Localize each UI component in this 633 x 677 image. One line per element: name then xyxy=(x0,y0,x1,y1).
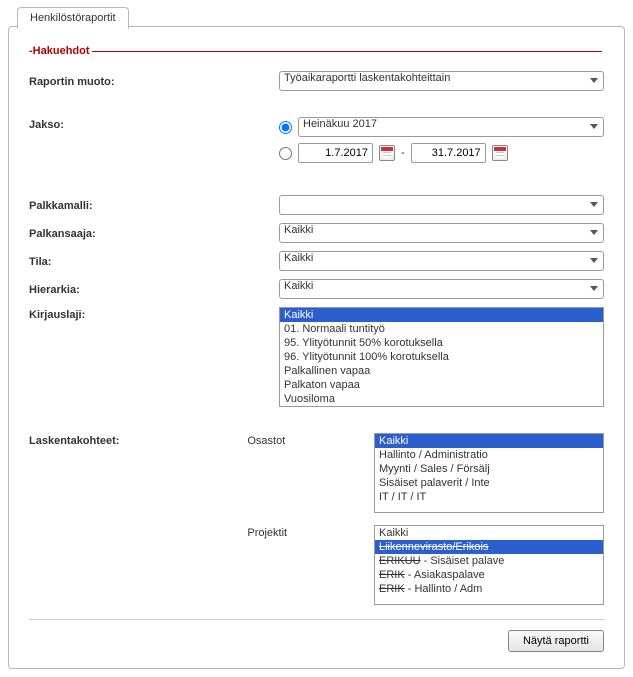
osastot-option[interactable]: Hallinto / Administratio xyxy=(375,448,603,462)
fieldset-title: - Hakuehdot xyxy=(29,45,604,57)
palkkamalli-select[interactable] xyxy=(279,195,604,215)
label-palkkamalli: Palkkamalli: xyxy=(29,198,279,212)
osastot-listbox[interactable]: KaikkiHallinto / AdministratioMyynti / S… xyxy=(374,433,604,513)
jakso-period-value: Heinäkuu 2017 xyxy=(303,118,377,130)
hierarkia-value: Kaikki xyxy=(284,280,313,292)
kirjauslaji-option[interactable]: 95. Ylityötunnit 50% korotuksella xyxy=(280,336,603,350)
jakso-range-radio[interactable] xyxy=(279,147,292,160)
label-osastot: Osastot xyxy=(247,433,374,447)
osastot-option[interactable]: IT / IT / IT xyxy=(375,490,603,504)
kirjauslaji-option[interactable]: 01. Normaali tuntityö xyxy=(280,322,603,336)
osastot-option[interactable]: Kaikki xyxy=(375,434,603,448)
kirjauslaji-option[interactable]: 96. Ylityötunnit 100% korotuksella xyxy=(280,350,603,364)
label-palkansaaja: Palkansaaja: xyxy=(29,226,279,240)
kirjauslaji-option[interactable]: Kaikki xyxy=(280,308,603,322)
label-jakso: Jakso: xyxy=(29,117,279,131)
date-separator: - xyxy=(401,147,405,159)
palkansaaja-value: Kaikki xyxy=(284,224,313,236)
projektit-option[interactable]: Liikennevirasto/Erikois xyxy=(375,540,603,554)
tila-select[interactable]: Kaikki xyxy=(279,251,604,271)
jakso-from-input[interactable] xyxy=(298,143,373,163)
label-laskentakohteet: Laskentakohteet: xyxy=(29,433,247,447)
kirjauslaji-option[interactable]: Vuosiloma xyxy=(280,392,603,406)
hierarkia-select[interactable]: Kaikki xyxy=(279,279,604,299)
label-hierarkia: Hierarkia: xyxy=(29,282,279,296)
fieldset-title-text: Hakuehdot xyxy=(33,45,90,57)
label-tila: Tila: xyxy=(29,254,279,268)
label-raportin-muoto: Raportin muoto: xyxy=(29,74,279,88)
kirjauslaji-option[interactable]: Palkaton vapaa xyxy=(280,378,603,392)
show-report-label: Näytä raportti xyxy=(523,635,589,647)
calendar-icon[interactable] xyxy=(379,145,395,161)
label-projektit: Projektit xyxy=(247,525,374,539)
osastot-option[interactable]: Myynti / Sales / Försälj xyxy=(375,462,603,476)
projektit-option[interactable]: ERIK - Hallinto / Adm xyxy=(375,582,603,596)
osastot-option[interactable]: Sisäiset palaverit / Inte xyxy=(375,476,603,490)
tila-value: Kaikki xyxy=(284,252,313,264)
projektit-option[interactable]: ERIKUU - Sisäiset palave xyxy=(375,554,603,568)
projektit-option[interactable]: Kaikki xyxy=(375,526,603,540)
jakso-period-select[interactable]: Heinäkuu 2017 xyxy=(298,117,604,137)
raportin-muoto-select[interactable]: Työaikaraportti laskentakohteittain xyxy=(279,71,604,91)
tab-henkilostoraportit[interactable]: Henkilöstöraportit xyxy=(17,7,129,29)
projektit-listbox[interactable]: KaikkiLiikennevirasto/ErikoisERIKUU - Si… xyxy=(374,525,604,605)
projektit-option[interactable]: ERIK - Asiakaspalave xyxy=(375,568,603,582)
raportin-muoto-value: Työaikaraportti laskentakohteittain xyxy=(284,72,450,84)
label-kirjauslaji: Kirjauslaji: xyxy=(29,307,279,321)
show-report-button[interactable]: Näytä raportti xyxy=(508,630,604,652)
calendar-icon[interactable] xyxy=(492,145,508,161)
tab-label: Henkilöstöraportit xyxy=(30,12,116,24)
jakso-to-input[interactable] xyxy=(411,143,486,163)
kirjauslaji-option[interactable]: Palkallinen vapaa xyxy=(280,364,603,378)
report-panel: Henkilöstöraportit - Hakuehdot Raportin … xyxy=(8,26,625,669)
palkansaaja-select[interactable]: Kaikki xyxy=(279,223,604,243)
kirjauslaji-listbox[interactable]: Kaikki01. Normaali tuntityö95. Ylityötun… xyxy=(279,307,604,407)
jakso-period-radio[interactable] xyxy=(279,121,292,134)
